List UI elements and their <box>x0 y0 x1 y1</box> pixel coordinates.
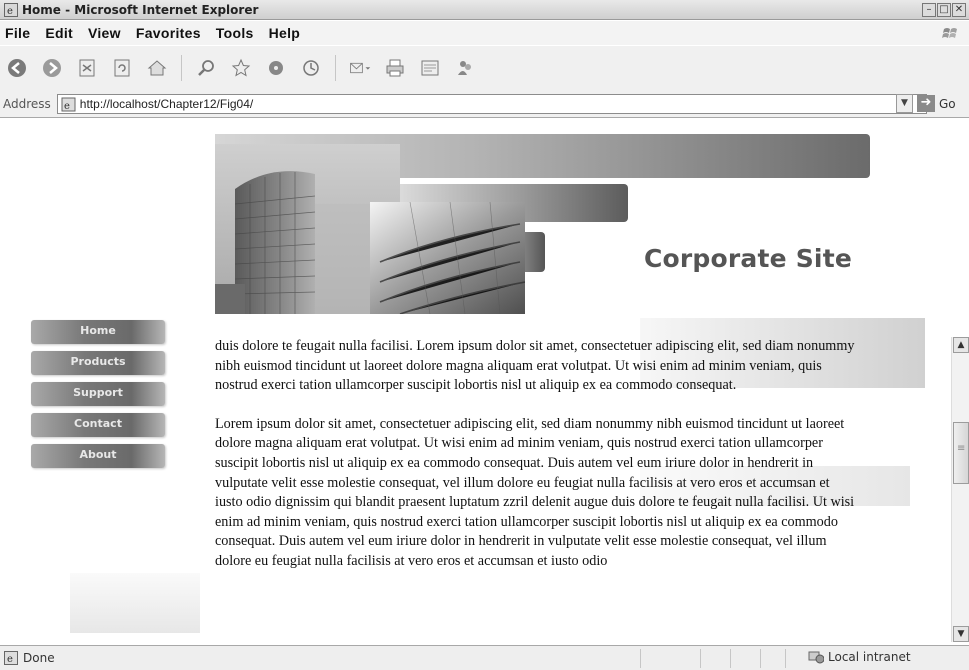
status-divider <box>700 649 701 668</box>
menu-help[interactable]: Help <box>269 25 301 41</box>
stop-icon[interactable] <box>76 57 98 79</box>
page-viewport: Corporate Site Home Products Support Con… <box>0 118 969 645</box>
nav-products-button[interactable]: Products <box>31 351 165 375</box>
mail-icon[interactable] <box>349 57 371 79</box>
menu-tools[interactable]: Tools <box>216 25 254 41</box>
scroll-up-button[interactable]: ▲ <box>953 337 969 353</box>
menu-edit[interactable]: Edit <box>45 25 73 41</box>
window-title: Home - Microsoft Internet Explorer <box>22 2 259 17</box>
go-label: Go <box>939 96 956 111</box>
site-title: Corporate Site <box>643 244 852 273</box>
search-icon[interactable] <box>195 57 217 79</box>
content-paragraph: duis dolore te feugait nulla facilisi. L… <box>215 338 855 394</box>
scroll-down-button[interactable]: ▼ <box>953 626 969 642</box>
history-icon[interactable] <box>300 57 322 79</box>
window-controls: – □ ✕ <box>922 3 966 17</box>
media-icon[interactable] <box>265 57 287 79</box>
address-label: Address <box>3 96 51 111</box>
vertical-scrollbar[interactable]: ▲ ▼ <box>951 337 969 642</box>
svg-text:e: e <box>64 101 70 112</box>
site-nav: Home Products Support Contact About <box>31 320 171 475</box>
main-content: duis dolore te feugait nulla facilisi. L… <box>215 337 860 591</box>
nav-support-button[interactable]: Support <box>31 382 165 406</box>
refresh-icon[interactable] <box>111 57 133 79</box>
status-divider <box>785 649 786 668</box>
nav-contact-button[interactable]: Contact <box>31 413 165 437</box>
address-dropdown-button[interactable]: ▼ <box>896 94 913 113</box>
windows-flag-icon <box>942 28 957 38</box>
address-input[interactable]: e http://localhost/Chapter12/Fig04/ <box>56 93 927 114</box>
status-text: Done <box>23 651 55 665</box>
decorative-shape <box>70 573 200 633</box>
content-paragraph: Lorem ipsum dolor sit amet, consectetuer… <box>215 415 855 569</box>
menu-file[interactable]: File <box>5 25 30 41</box>
close-button[interactable]: ✕ <box>952 3 966 17</box>
address-url: http://localhost/Chapter12/Fig04/ <box>79 96 254 111</box>
building-photo <box>370 202 525 314</box>
print-icon[interactable] <box>384 57 406 79</box>
security-zone: Local intranet <box>808 650 911 664</box>
home-icon[interactable] <box>146 57 168 79</box>
toolbar-separator <box>181 55 182 81</box>
menu-bar: File Edit View Favorites Tools Help <box>0 21 969 45</box>
edit-icon[interactable] <box>419 57 441 79</box>
svg-text:e: e <box>7 654 13 665</box>
status-divider <box>730 649 731 668</box>
back-icon[interactable] <box>6 57 28 79</box>
intranet-icon <box>808 651 824 664</box>
favorites-icon[interactable] <box>230 57 252 79</box>
toolbar <box>0 46 969 90</box>
status-bar: e Done Local intranet <box>0 645 969 670</box>
zone-label: Local intranet <box>828 650 911 664</box>
minimize-button[interactable]: – <box>922 3 936 17</box>
go-arrow-icon: ➜ <box>917 95 935 112</box>
menu-view[interactable]: View <box>88 25 121 41</box>
ie-logo-icon: e <box>4 2 18 17</box>
toolbar-separator <box>335 55 336 81</box>
svg-text:e: e <box>7 6 13 17</box>
forward-icon[interactable] <box>41 57 63 79</box>
maximize-button[interactable]: □ <box>937 3 951 17</box>
address-bar: Address e http://localhost/Chapter12/Fig… <box>0 90 969 118</box>
go-button[interactable]: ➜ Go <box>917 95 956 112</box>
page-icon: e <box>61 97 76 112</box>
title-bar: e Home - Microsoft Internet Explorer – □… <box>0 0 969 20</box>
messenger-icon[interactable] <box>454 57 476 79</box>
scroll-thumb[interactable] <box>953 422 969 484</box>
status-divider <box>640 649 641 668</box>
nav-home-button[interactable]: Home <box>31 320 165 344</box>
page-icon: e <box>4 651 18 665</box>
site-banner: Corporate Site <box>215 134 875 314</box>
nav-about-button[interactable]: About <box>31 444 165 468</box>
status-divider <box>760 649 761 668</box>
menu-favorites[interactable]: Favorites <box>136 25 201 41</box>
